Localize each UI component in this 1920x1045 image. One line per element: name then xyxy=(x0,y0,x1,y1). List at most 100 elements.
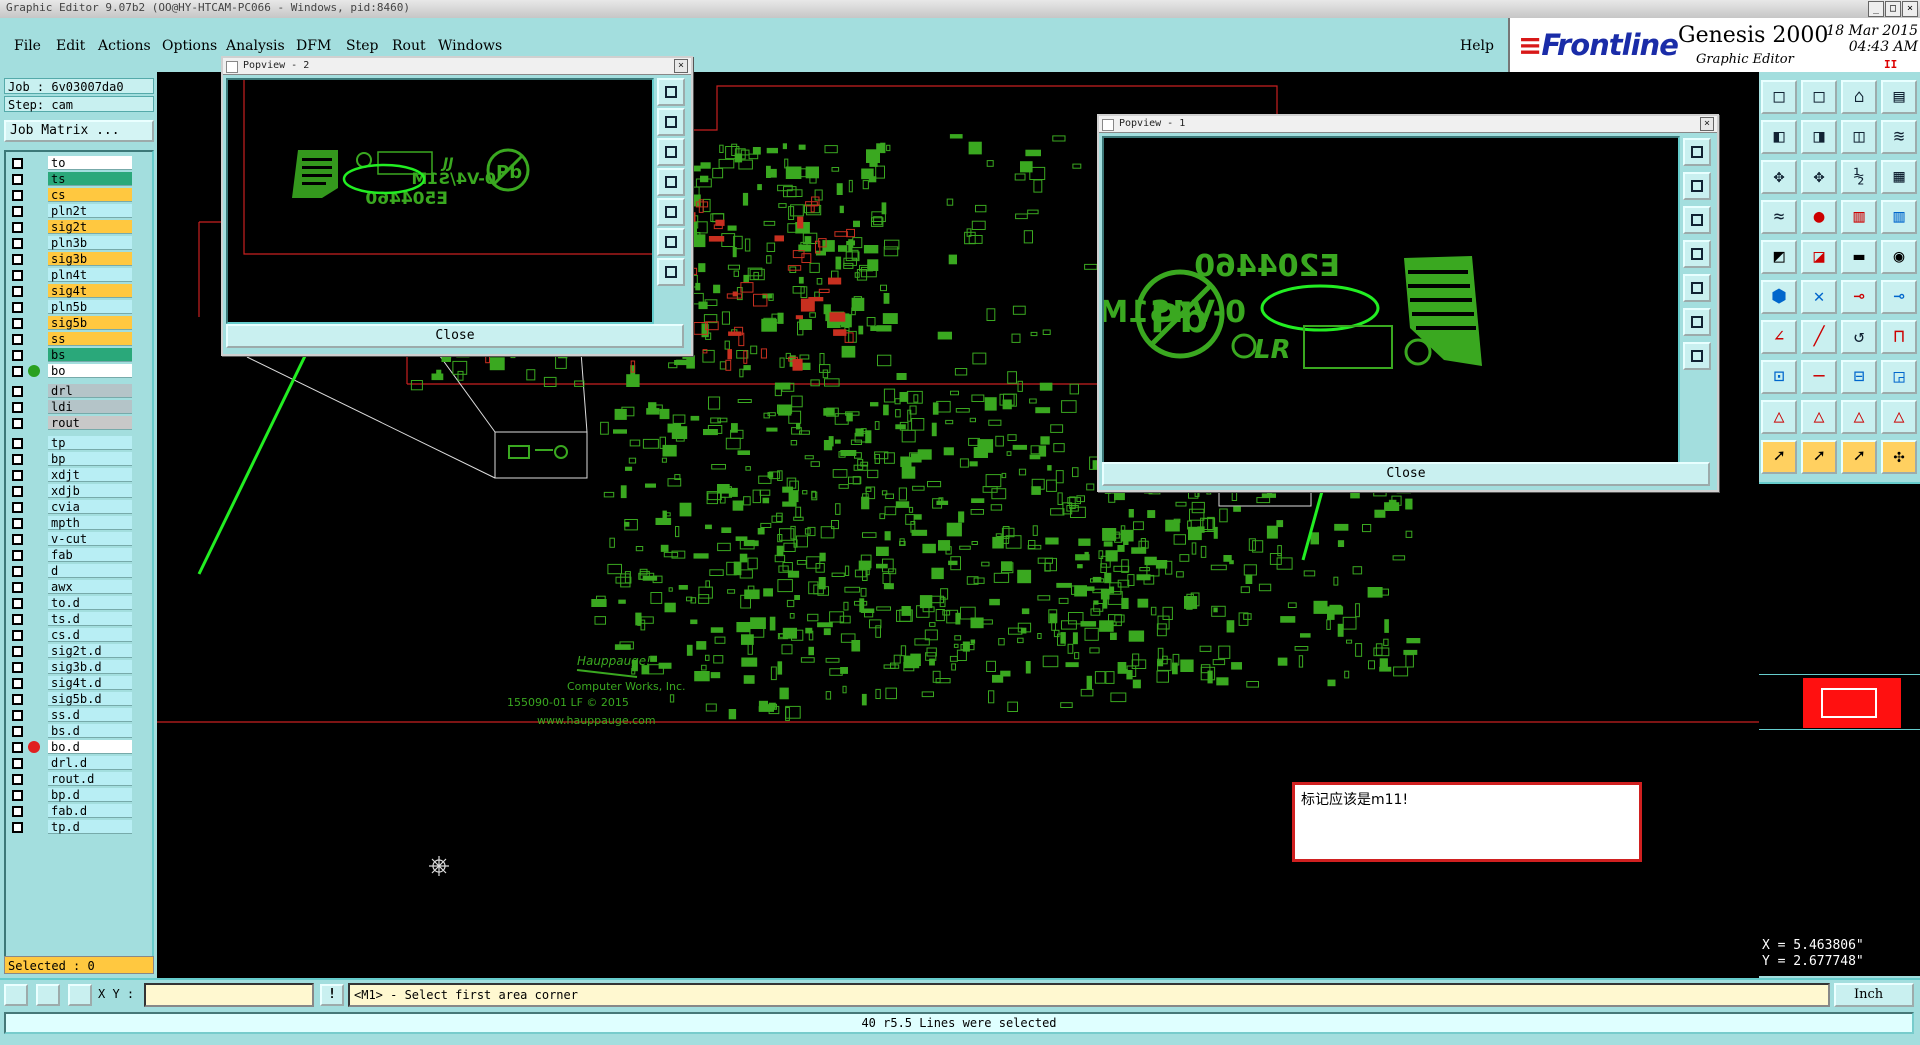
layer-name[interactable]: sig2t xyxy=(48,220,132,234)
menu-actions[interactable]: Actions xyxy=(98,38,151,54)
layer-name[interactable]: fab.d xyxy=(48,804,132,818)
unit-selector[interactable]: Inch xyxy=(1834,983,1914,1007)
tool-button-19-icon[interactable]: ▬ xyxy=(1841,240,1877,274)
layer-checkbox[interactable] xyxy=(12,386,23,397)
tool-button-8-icon[interactable]: ≋ xyxy=(1881,120,1917,154)
layer-name[interactable]: rout.d xyxy=(48,772,132,786)
layer-row-to.d[interactable]: to.d xyxy=(10,596,132,610)
layer-name[interactable]: sig4t xyxy=(48,284,132,298)
layer-name[interactable]: v-cut xyxy=(48,532,132,546)
layer-checkbox[interactable] xyxy=(12,334,23,345)
pv2-tool-1[interactable] xyxy=(657,78,685,106)
pv1-tool-4[interactable] xyxy=(1683,240,1711,268)
tool-button-2-icon[interactable]: □ xyxy=(1801,80,1837,114)
popview-2-view[interactable]: JJ 0-V4/S1M E504460 Pb xyxy=(226,78,654,324)
pv2-tool-3[interactable] xyxy=(657,138,685,166)
layer-checkbox[interactable] xyxy=(12,678,23,689)
popview-1-close-x[interactable]: × xyxy=(1700,117,1714,131)
pv1-tool-1[interactable] xyxy=(1683,138,1711,166)
layer-checkbox[interactable] xyxy=(12,630,23,641)
layer-checkbox[interactable] xyxy=(12,366,23,377)
layer-checkbox[interactable] xyxy=(12,350,23,361)
tool-button-34-icon[interactable]: △ xyxy=(1801,400,1837,434)
tool-button-31-icon[interactable]: ⊟ xyxy=(1841,360,1877,394)
layer-checkbox[interactable] xyxy=(12,402,23,413)
layer-name[interactable]: xdjt xyxy=(48,468,132,482)
layer-name[interactable]: sig3b.d xyxy=(48,660,132,674)
layer-checkbox[interactable] xyxy=(12,726,23,737)
popview-1-view[interactable]: Pb E204460 0-V4S1M LR xyxy=(1102,136,1680,464)
pv2-tool-4[interactable] xyxy=(657,168,685,196)
layer-name[interactable]: to.d xyxy=(48,596,132,610)
tool-button-7-icon[interactable]: ◫ xyxy=(1841,120,1877,154)
layer-name[interactable]: mpth xyxy=(48,516,132,530)
tool-button-23-icon[interactable]: ⊸ xyxy=(1841,280,1877,314)
layer-checkbox[interactable] xyxy=(12,270,23,281)
layer-checkbox[interactable] xyxy=(12,566,23,577)
layer-name[interactable]: rout xyxy=(48,416,132,430)
layer-row-sig2t.d[interactable]: sig2t.d xyxy=(10,644,132,658)
layer-checkbox[interactable] xyxy=(12,286,23,297)
layer-name[interactable]: sig5b.d xyxy=(48,692,132,706)
tool-button-37-icon[interactable]: ➚ xyxy=(1761,440,1797,474)
layer-row-sig3b.d[interactable]: sig3b.d xyxy=(10,660,132,674)
tool-button-14-icon[interactable]: ● xyxy=(1801,200,1837,234)
layer-row-awx[interactable]: awx xyxy=(10,580,132,594)
pv2-tool-5[interactable] xyxy=(657,198,685,226)
layer-row-tp.d[interactable]: tp.d xyxy=(10,820,132,834)
layer-checkbox[interactable] xyxy=(12,454,23,465)
layer-name[interactable]: ts xyxy=(48,172,132,186)
layer-row-fab[interactable]: fab xyxy=(10,548,132,562)
layer-checkbox[interactable] xyxy=(12,758,23,769)
layer-name[interactable]: pln3b xyxy=(48,236,132,250)
layer-name[interactable]: xdjb xyxy=(48,484,132,498)
layer-checkbox[interactable] xyxy=(12,174,23,185)
grid-icon[interactable] xyxy=(68,984,92,1006)
menu-help[interactable]: Help xyxy=(1460,38,1494,54)
tool-button-22-icon[interactable]: ✕ xyxy=(1801,280,1837,314)
tool-button-32-icon[interactable]: ◲ xyxy=(1881,360,1917,394)
layer-row-sig3b[interactable]: sig3b xyxy=(10,252,132,266)
close-window-button[interactable]: × xyxy=(1902,1,1918,17)
layer-row-pln2t[interactable]: pln2t xyxy=(10,204,132,218)
layer-row-cs.d[interactable]: cs.d xyxy=(10,628,132,642)
popview-1-close-button[interactable]: Close xyxy=(1102,462,1710,486)
layer-checkbox[interactable] xyxy=(12,518,23,529)
layer-name[interactable]: tp.d xyxy=(48,820,132,834)
menu-dfm[interactable]: DFM xyxy=(296,38,331,54)
menu-analysis[interactable]: Analysis xyxy=(226,38,285,54)
layer-checkbox[interactable] xyxy=(12,486,23,497)
layer-checkbox[interactable] xyxy=(12,806,23,817)
layer-checkbox[interactable] xyxy=(12,598,23,609)
maximize-button[interactable]: □ xyxy=(1885,1,1901,17)
pv1-tool-6[interactable] xyxy=(1683,308,1711,336)
layer-name[interactable]: pln2t xyxy=(48,204,132,218)
layer-row-pln5b[interactable]: pln5b xyxy=(10,300,132,314)
layer-name[interactable]: d xyxy=(48,564,132,578)
layer-row-bo.d[interactable]: bo.d xyxy=(10,740,132,754)
layer-name[interactable]: pln4t xyxy=(48,268,132,282)
layer-name[interactable]: sig5b xyxy=(48,316,132,330)
layer-row-bo[interactable]: bo xyxy=(10,364,132,378)
layer-checkbox[interactable] xyxy=(12,710,23,721)
overview-board-thumbnail[interactable] xyxy=(1803,678,1901,728)
layer-name[interactable]: bp.d xyxy=(48,788,132,802)
tool-button-12-icon[interactable]: ▦ xyxy=(1881,160,1917,194)
layer-checkbox[interactable] xyxy=(12,774,23,785)
layer-checkbox[interactable] xyxy=(12,534,23,545)
layer-row-tp[interactable]: tp xyxy=(10,436,132,450)
tool-button-15-icon[interactable]: ▥ xyxy=(1841,200,1877,234)
tool-button-33-icon[interactable]: △ xyxy=(1761,400,1797,434)
layer-row-bs.d[interactable]: bs.d xyxy=(10,724,132,738)
layer-name[interactable]: ss xyxy=(48,332,132,346)
layer-row-ss.d[interactable]: ss.d xyxy=(10,708,132,722)
menu-edit[interactable]: Edit xyxy=(56,38,85,54)
tool-button-30-icon[interactable]: ─ xyxy=(1801,360,1837,394)
layer-name[interactable]: tp xyxy=(48,436,132,450)
layer-row-sig4t.d[interactable]: sig4t.d xyxy=(10,676,132,690)
pv2-tool-2[interactable] xyxy=(657,108,685,136)
tool-button-35-icon[interactable]: △ xyxy=(1841,400,1877,434)
menu-file[interactable]: File xyxy=(14,38,41,54)
layer-row-sig5b[interactable]: sig5b xyxy=(10,316,132,330)
popview-2-close-x[interactable]: × xyxy=(674,59,688,73)
